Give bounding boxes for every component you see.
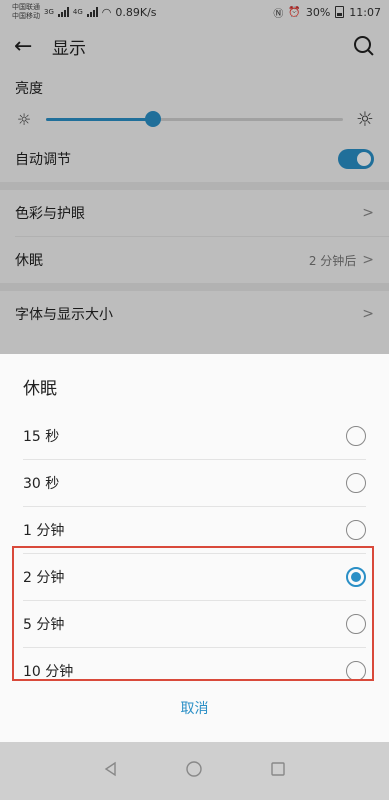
dialog-title: 休眠 — [23, 379, 57, 399]
radio-button[interactable] — [346, 661, 366, 681]
sleep-dialog: 休眠 15 秒 30 秒 1 分钟 2 分钟 5 分钟 10 分钟 取消 — [0, 354, 389, 742]
radio-button[interactable] — [346, 426, 366, 446]
radio-button-selected[interactable] — [346, 567, 366, 587]
radio-button[interactable] — [346, 614, 366, 634]
option-label: 30 秒 — [23, 476, 60, 492]
system-nav-bar — [0, 742, 389, 800]
sleep-option-2min[interactable]: 2 分钟 — [0, 554, 389, 600]
sleep-option-1min[interactable]: 1 分钟 — [0, 507, 389, 553]
option-label: 10 分钟 — [23, 664, 74, 680]
sleep-option-5min[interactable]: 5 分钟 — [0, 601, 389, 647]
option-label: 1 分钟 — [23, 523, 65, 539]
radio-button[interactable] — [346, 473, 366, 493]
circle-home-icon[interactable] — [185, 760, 203, 782]
triangle-back-icon[interactable] — [103, 761, 119, 781]
square-recent-icon[interactable] — [270, 761, 286, 781]
sleep-option-30s[interactable]: 30 秒 — [0, 460, 389, 506]
option-label: 5 分钟 — [23, 617, 65, 633]
sleep-option-10min[interactable]: 10 分钟 — [0, 648, 389, 694]
sleep-option-15s[interactable]: 15 秒 — [0, 413, 389, 459]
radio-button[interactable] — [346, 520, 366, 540]
cancel-button[interactable]: 取消 — [0, 698, 389, 718]
option-label: 2 分钟 — [23, 570, 65, 586]
option-label: 15 秒 — [23, 429, 60, 445]
